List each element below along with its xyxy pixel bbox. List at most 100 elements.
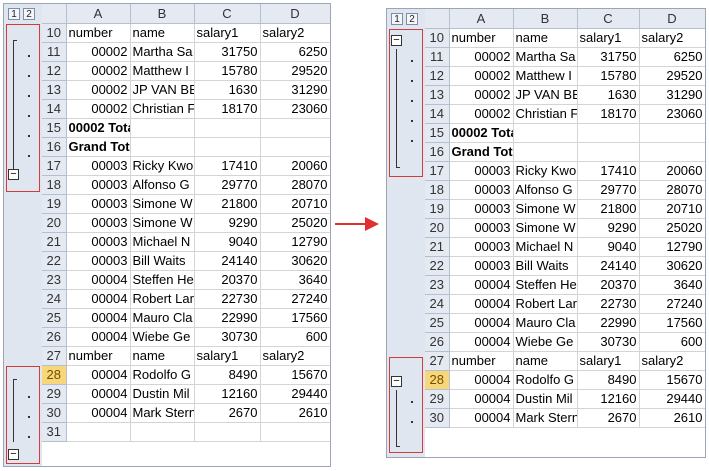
cell[interactable]: number — [66, 346, 131, 366]
cell[interactable]: 22730 — [577, 294, 640, 314]
row-header[interactable]: 12 — [42, 61, 67, 81]
cell[interactable]: 00003 — [66, 175, 131, 195]
row-header[interactable]: 20 — [425, 218, 450, 238]
cell[interactable]: Robert Lar — [130, 289, 195, 309]
cell[interactable]: 24140 — [194, 251, 261, 271]
cell[interactable]: 00002 — [449, 66, 514, 86]
row-header[interactable]: 30 — [425, 408, 450, 428]
cell[interactable]: Mauro Cla — [130, 308, 195, 328]
row-header[interactable]: 27 — [42, 346, 67, 366]
cell[interactable]: 00004 — [66, 327, 131, 347]
row-header[interactable]: 25 — [42, 308, 67, 328]
cell[interactable]: JP VAN BE — [513, 85, 578, 105]
cell[interactable]: 31290 — [639, 85, 705, 105]
cell[interactable]: 00002 — [66, 99, 131, 119]
spreadsheet-grid[interactable]: A B C D 10 number name salary1 salary2 11 00002 Mar… — [42, 4, 330, 442]
cell[interactable]: Alfonso G — [130, 175, 195, 195]
cell[interactable]: 00003 — [449, 256, 514, 276]
cell[interactable]: 00002 — [449, 47, 514, 67]
column-header-a[interactable]: A — [66, 4, 131, 24]
cell[interactable]: 22990 — [577, 313, 640, 333]
row-header[interactable]: 27 — [425, 351, 450, 371]
row-header[interactable]: 22 — [425, 256, 450, 276]
cell[interactable]: 00004 — [66, 270, 131, 290]
cell[interactable]: name — [130, 346, 195, 366]
cell[interactable]: Christian F — [513, 104, 578, 124]
cell[interactable]: 00003 — [449, 199, 514, 219]
cell[interactable]: 00004 — [449, 389, 514, 409]
cell[interactable]: Martha Sa — [130, 42, 195, 62]
cell[interactable] — [130, 137, 195, 157]
cell[interactable] — [513, 142, 578, 162]
collapse-group-button[interactable]: − — [8, 169, 19, 180]
cell[interactable]: 20710 — [639, 199, 705, 219]
cell[interactable]: Wiebe Ge — [513, 332, 578, 352]
cell[interactable]: 00004 — [449, 294, 514, 314]
cell[interactable]: Mark Stern — [513, 408, 578, 428]
cell[interactable]: Mauro Cla — [513, 313, 578, 333]
row-header[interactable]: 22 — [42, 251, 67, 271]
cell[interactable]: Steffen He — [130, 270, 195, 290]
row-header[interactable]: 21 — [425, 237, 450, 257]
collapse-group-button[interactable]: − — [391, 35, 402, 46]
select-all-corner[interactable] — [42, 4, 67, 24]
cell[interactable]: 15670 — [260, 365, 330, 385]
cell[interactable] — [577, 142, 640, 162]
collapse-group-button[interactable]: − — [8, 449, 19, 460]
cell[interactable]: 12790 — [260, 232, 330, 252]
cell[interactable]: 29440 — [260, 384, 330, 404]
cell[interactable]: 27240 — [260, 289, 330, 309]
cell[interactable]: name — [513, 351, 578, 371]
cell[interactable]: 6250 — [639, 47, 705, 67]
cell[interactable]: 31750 — [577, 47, 640, 67]
cell[interactable]: 00004 — [66, 365, 131, 385]
row-header[interactable]: 10 — [42, 23, 67, 43]
row-header[interactable]: 13 — [425, 85, 450, 105]
cell[interactable]: 00002 Total — [66, 118, 131, 138]
cell[interactable] — [260, 422, 330, 442]
cell[interactable]: 00002 — [66, 80, 131, 100]
cell[interactable]: salary1 — [577, 351, 640, 371]
cell[interactable] — [639, 142, 705, 162]
cell[interactable]: 20370 — [194, 270, 261, 290]
cell[interactable]: salary2 — [260, 346, 330, 366]
row-header[interactable]: 28 — [42, 365, 67, 385]
cell[interactable]: 00003 — [66, 232, 131, 252]
row-header[interactable]: 23 — [425, 275, 450, 295]
cell[interactable]: Alfonso G — [513, 180, 578, 200]
cell[interactable]: 2610 — [260, 403, 330, 423]
cell[interactable]: Simone W — [513, 199, 578, 219]
cell[interactable]: 00003 — [66, 156, 131, 176]
column-header-b[interactable]: B — [130, 4, 195, 24]
cell[interactable] — [130, 422, 195, 442]
row-header[interactable]: 29 — [425, 389, 450, 409]
select-all-corner[interactable] — [425, 9, 450, 29]
cell[interactable]: 9040 — [577, 237, 640, 257]
row-header[interactable]: 21 — [42, 232, 67, 252]
row-header[interactable]: 29 — [42, 384, 67, 404]
cell[interactable]: Bill Waits — [513, 256, 578, 276]
row-header[interactable]: 26 — [425, 332, 450, 352]
cell[interactable]: salary1 — [194, 346, 261, 366]
cell[interactable]: 600 — [260, 327, 330, 347]
cell[interactable] — [130, 118, 195, 138]
row-header[interactable]: 18 — [42, 175, 67, 195]
cell[interactable]: 8490 — [194, 365, 261, 385]
cell[interactable]: 12790 — [639, 237, 705, 257]
cell[interactable]: Robert Lar — [513, 294, 578, 314]
cell[interactable]: Michael N — [130, 232, 195, 252]
outline-level-2-button[interactable]: 2 — [406, 13, 418, 25]
row-header[interactable]: 24 — [425, 294, 450, 314]
cell[interactable]: salary1 — [194, 23, 261, 43]
cell[interactable]: 9290 — [577, 218, 640, 238]
cell[interactable]: Rodolfo G — [513, 370, 578, 390]
cell[interactable]: 29770 — [194, 175, 261, 195]
cell[interactable]: 20060 — [260, 156, 330, 176]
column-header-d[interactable]: D — [260, 4, 330, 24]
cell[interactable]: 600 — [639, 332, 705, 352]
cell[interactable]: 9290 — [194, 213, 261, 233]
column-header-a[interactable]: A — [449, 9, 514, 29]
row-header[interactable]: 17 — [425, 161, 450, 181]
cell[interactable] — [260, 137, 330, 157]
cell[interactable] — [639, 123, 705, 143]
